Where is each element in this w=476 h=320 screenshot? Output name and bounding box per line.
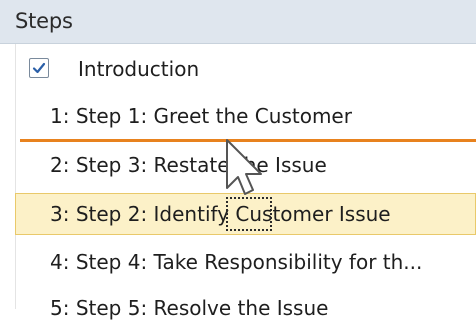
step-item-4[interactable]: 4: Step 4: Take Responsibility for th...: [50, 250, 422, 274]
introduction-label[interactable]: Introduction: [78, 57, 199, 81]
introduction-checkbox[interactable]: [29, 58, 49, 78]
mouse-cursor-icon: [226, 139, 262, 195]
step-item-5[interactable]: 5: Step 5: Resolve the Issue: [50, 296, 328, 320]
drag-drop-box: [226, 197, 272, 231]
step-item-3[interactable]: 3: Step 2: Identify Customer Issue: [50, 202, 391, 226]
step-item-2[interactable]: 2: Step 3: Restate the Issue: [50, 153, 327, 177]
checkmark-icon: [32, 62, 46, 74]
step-item-1[interactable]: 1: Step 1: Greet the Customer: [50, 104, 352, 128]
steps-header: Steps: [0, 0, 476, 44]
header-title: Steps: [15, 9, 73, 33]
